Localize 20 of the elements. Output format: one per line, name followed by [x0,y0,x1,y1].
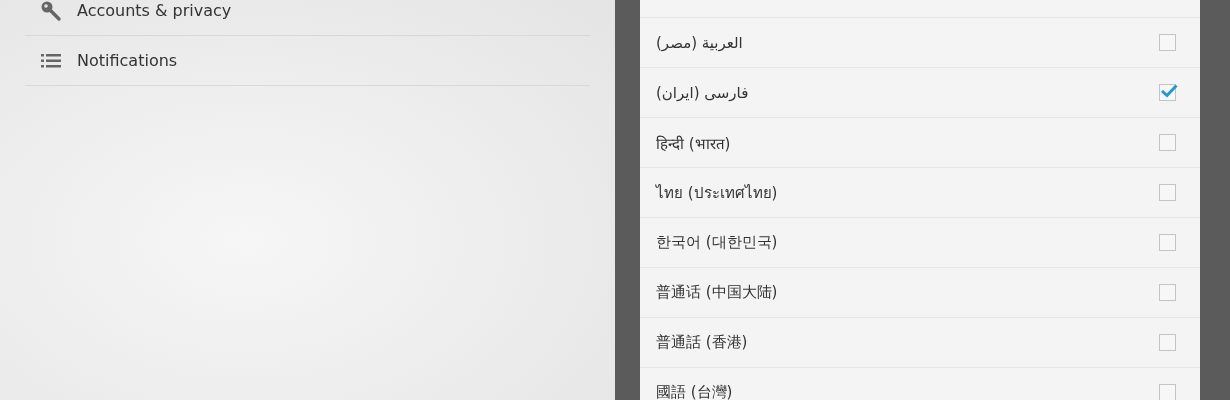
language-option[interactable]: हिन्दी (भारत) [640,118,1200,168]
language-option[interactable]: 한국어 (대한민국) [640,218,1200,268]
language-option[interactable]: فارسی (ایران) [640,68,1200,118]
checkbox[interactable] [1159,234,1176,251]
language-option[interactable]: العربية (مصر) [640,17,1200,68]
settings-item[interactable]: Accounts & privacy [25,0,590,36]
checkbox[interactable] [1159,334,1176,351]
language-option[interactable]: 國語 (台灣) [640,368,1200,400]
settings-item[interactable]: Notifications [25,36,590,86]
language-option[interactable]: 普通話 (香港) [640,318,1200,368]
checkbox[interactable] [1159,134,1176,151]
checkbox[interactable] [1159,84,1176,101]
key-icon [40,0,62,22]
language-option[interactable]: ไทย (ประเทศไทย) [640,168,1200,218]
language-option[interactable]: 普通话 (中国大陆) [640,268,1200,318]
checkbox[interactable] [1159,184,1176,201]
checkbox[interactable] [1159,284,1176,301]
checkbox[interactable] [1159,34,1176,51]
list-icon [41,52,61,69]
checkbox[interactable] [1159,384,1176,400]
